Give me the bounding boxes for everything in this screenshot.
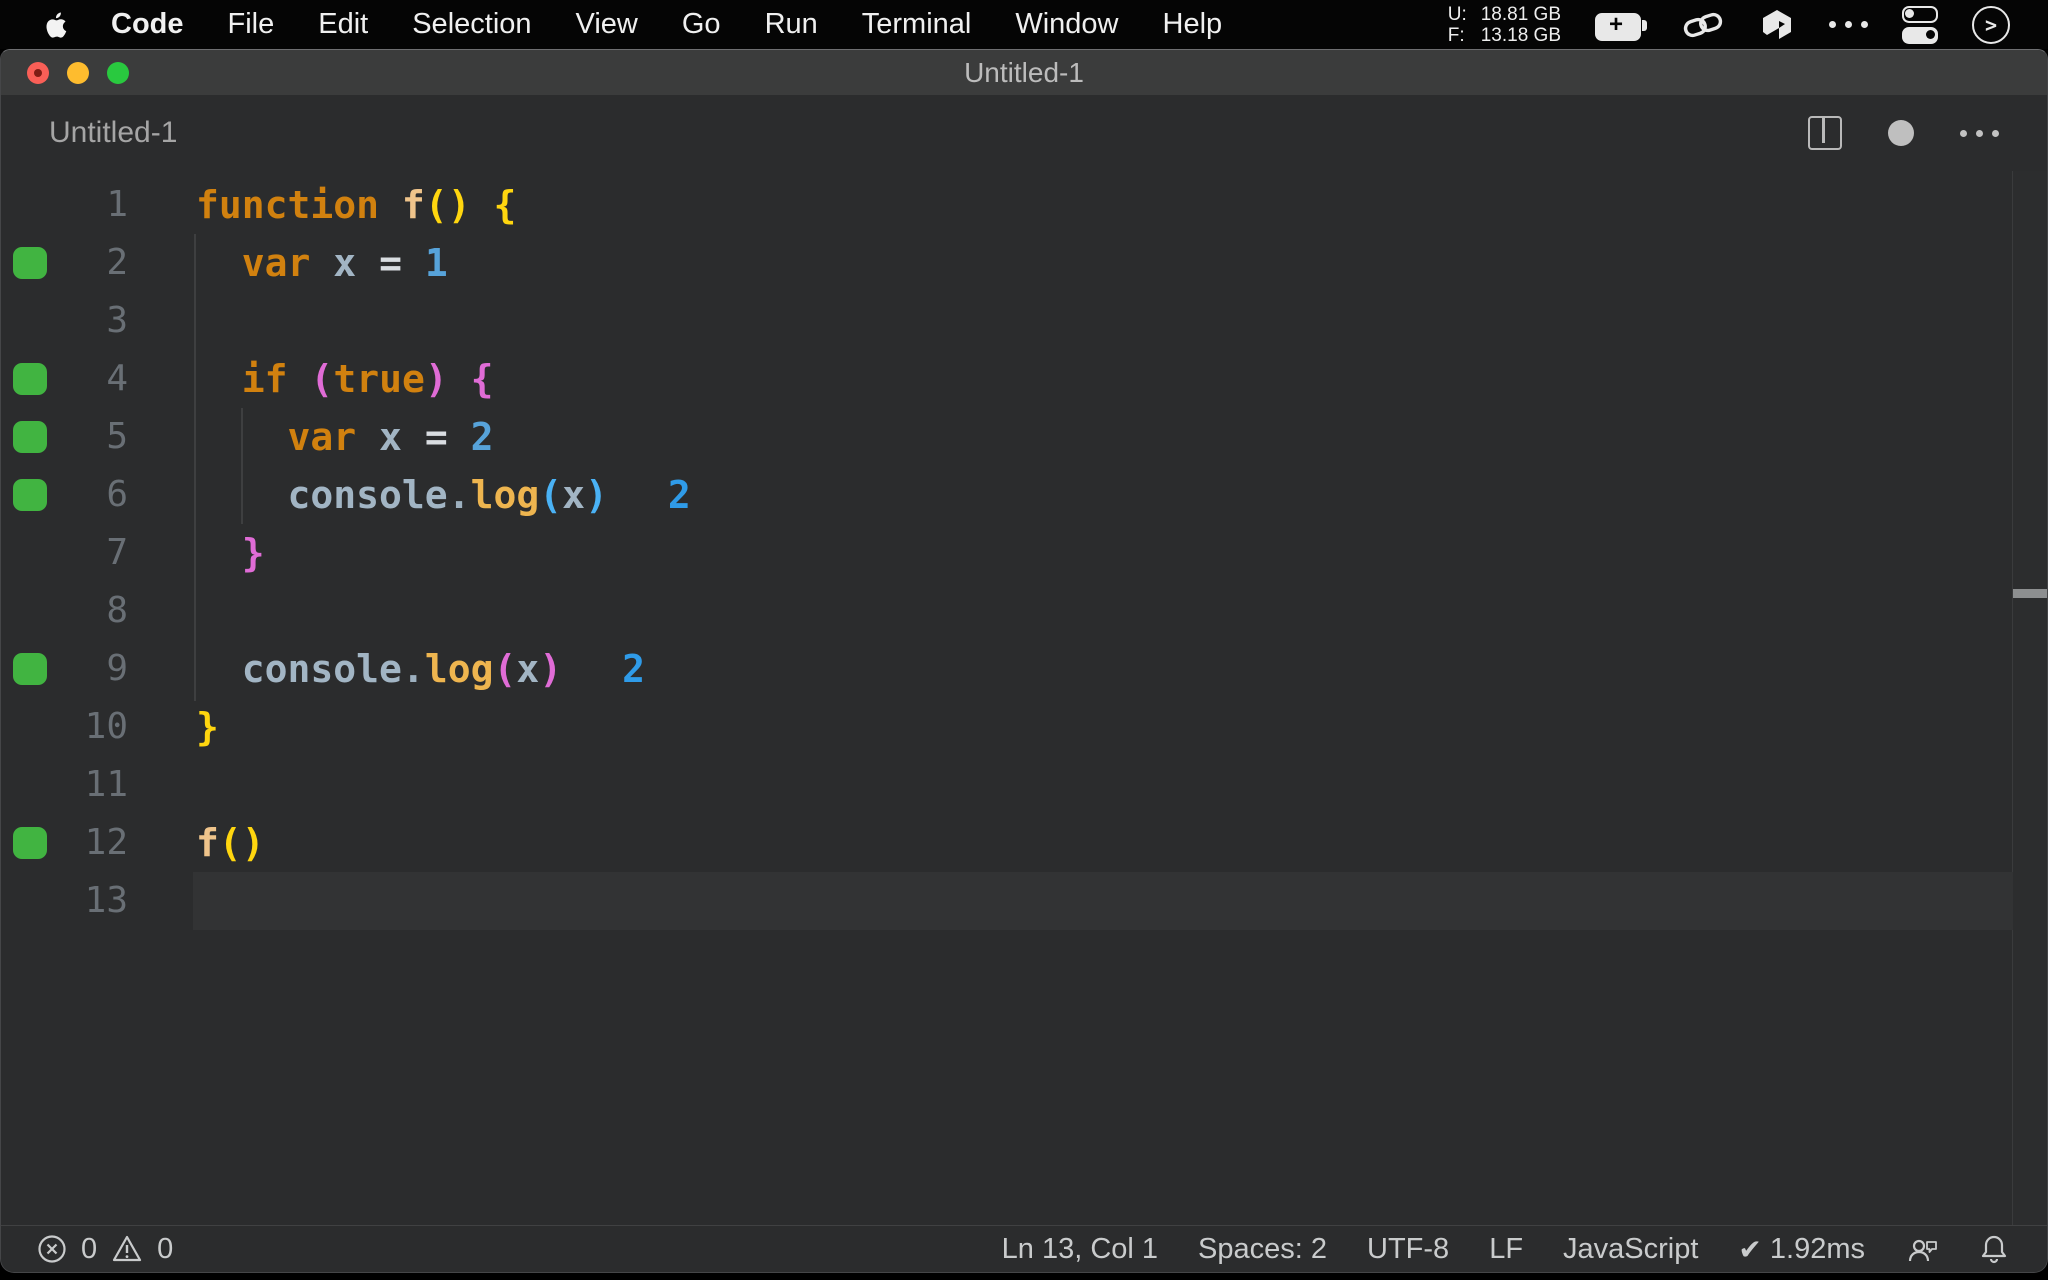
language-mode[interactable]: JavaScript: [1563, 1233, 1698, 1266]
notifications-bell-icon[interactable]: [1979, 1233, 2009, 1265]
error-count: 0: [81, 1233, 97, 1266]
close-button[interactable]: [27, 62, 49, 84]
eol-setting[interactable]: LF: [1489, 1233, 1523, 1266]
zoom-button[interactable]: [107, 62, 129, 84]
unsaved-dot-icon[interactable]: [1888, 120, 1914, 146]
screen: Code File Edit Selection View Go Run Ter…: [0, 0, 2048, 1280]
code-text: }: [196, 698, 219, 756]
menu-item-selection[interactable]: Selection: [412, 8, 531, 41]
indentation-setting[interactable]: Spaces: 2: [1198, 1233, 1327, 1266]
quokka-inline-value: 2: [622, 647, 645, 691]
memory-used-label: U:: [1448, 4, 1467, 25]
split-editor-icon[interactable]: [1808, 116, 1842, 150]
editor-tab-bar: Untitled-1: [1, 95, 2047, 171]
menu-bar-left: Code File Edit Selection View Go Run Ter…: [0, 8, 1222, 41]
status-bar-right: Ln 13, Col 1 Spaces: 2 UTF-8 LF JavaScri…: [1002, 1226, 2009, 1272]
code-text: f(): [196, 814, 265, 872]
line-number: 3: [1, 292, 128, 350]
line-number: 5: [1, 408, 128, 466]
menu-item-run[interactable]: Run: [765, 8, 818, 41]
ruler-cursor-marker: [2013, 589, 2047, 598]
window-title: Untitled-1: [964, 57, 1084, 89]
quokka-status[interactable]: ✔ 1.92ms: [1738, 1233, 1865, 1266]
menu-bar: Code File Edit Selection View Go Run Ter…: [0, 0, 2048, 49]
code-line[interactable]: 11: [1, 756, 2047, 814]
code-text: var x = 2: [196, 408, 494, 466]
menu-item-window[interactable]: Window: [1015, 8, 1118, 41]
line-number: 1: [1, 176, 128, 234]
code-line[interactable]: 4 if (true) {: [1, 350, 2047, 408]
problems-indicator[interactable]: 0 0: [1, 1233, 173, 1266]
code-line[interactable]: 6 console.log(x)2: [1, 466, 2047, 524]
vscode-window: Untitled-1 Untitled-1 1function f() {2 v…: [0, 49, 2048, 1273]
code-text: var x = 1: [196, 234, 448, 292]
menu-item-help[interactable]: Help: [1163, 8, 1223, 41]
window-title-bar[interactable]: Untitled-1: [1, 50, 2047, 95]
code-text: console.log(x)2: [196, 640, 645, 698]
line-number: 8: [1, 582, 128, 640]
status-bar: 0 0 Ln 13, Col 1 Spaces: 2 UTF-8 LF Java…: [1, 1225, 2047, 1272]
code-line[interactable]: 8: [1, 582, 2047, 640]
line-number: 11: [1, 756, 128, 814]
menu-item-view[interactable]: View: [576, 8, 638, 41]
apple-menu[interactable]: [42, 10, 67, 40]
code-line[interactable]: 10}: [1, 698, 2047, 756]
menu-item-edit[interactable]: Edit: [318, 8, 368, 41]
code-line[interactable]: 12 f(): [1, 814, 2047, 872]
encoding-setting[interactable]: UTF-8: [1367, 1233, 1449, 1266]
line-number: 12: [1, 814, 128, 872]
warning-icon: [111, 1234, 143, 1264]
code-text: function f() {: [196, 176, 516, 234]
error-icon: [37, 1234, 67, 1264]
menu-item-file[interactable]: File: [228, 8, 275, 41]
menu-bar-status-area: U: 18.81 GB F: 13.18 GB +: [1448, 0, 2010, 49]
more-actions-icon[interactable]: [1960, 130, 1999, 137]
code-line[interactable]: 5 var x = 2: [1, 408, 2047, 466]
apple-icon: [42, 10, 67, 40]
minimize-button[interactable]: [67, 62, 89, 84]
code-line[interactable]: 3: [1, 292, 2047, 350]
traffic-lights: [27, 62, 129, 84]
code-line[interactable]: 1 function f() {: [1, 176, 2047, 234]
memory-usage-readout[interactable]: U: 18.81 GB F: 13.18 GB: [1448, 4, 1561, 46]
feedback-icon[interactable]: [1905, 1233, 1939, 1265]
overview-ruler-scrollbar[interactable]: [2012, 171, 2047, 1226]
warning-count: 0: [157, 1233, 173, 1266]
code-text: console.log(x)2: [196, 466, 691, 524]
code-line[interactable]: 7 }: [1, 524, 2047, 582]
menu-item-go[interactable]: Go: [682, 8, 721, 41]
line-number: 10: [1, 698, 128, 756]
line-number: 4: [1, 350, 128, 408]
code-line[interactable]: 13: [1, 872, 2047, 930]
code-text: if (true) {: [196, 350, 494, 408]
menu-item-code[interactable]: Code: [111, 8, 184, 41]
tab-untitled-1[interactable]: Untitled-1: [49, 95, 177, 171]
quokka-time: 1.92ms: [1770, 1233, 1865, 1266]
quokka-inline-value: 2: [668, 473, 691, 517]
line-number: 2: [1, 234, 128, 292]
cube-icon[interactable]: [1759, 8, 1795, 42]
memory-used-value: 18.81 GB: [1481, 4, 1561, 25]
editor-actions: [1808, 95, 1999, 171]
line-number: 7: [1, 524, 128, 582]
link-icon[interactable]: [1681, 9, 1725, 41]
battery-charging-icon[interactable]: +: [1595, 12, 1647, 38]
current-line-highlight: [193, 872, 2013, 930]
line-number: 6: [1, 466, 128, 524]
code-line[interactable]: 9 console.log(x)2: [1, 640, 2047, 698]
code-lines: 1function f() {2 var x = 134 if (true) {…: [1, 176, 2047, 930]
check-icon: ✔: [1738, 1233, 1761, 1266]
ellipsis-icon[interactable]: [1829, 21, 1868, 28]
code-editor[interactable]: 1function f() {2 var x = 134 if (true) {…: [1, 171, 2047, 1226]
line-number: 13: [1, 872, 128, 930]
memory-free-value: 13.18 GB: [1481, 25, 1561, 46]
memory-free-label: F:: [1448, 25, 1467, 46]
cursor-position[interactable]: Ln 13, Col 1: [1002, 1233, 1158, 1266]
code-text: }: [196, 524, 265, 582]
menu-item-terminal[interactable]: Terminal: [862, 8, 972, 41]
circle-chevron-icon[interactable]: >: [1972, 6, 2010, 44]
line-number: 9: [1, 640, 128, 698]
control-center-icon[interactable]: [1902, 6, 1938, 44]
code-line[interactable]: 2 var x = 1: [1, 234, 2047, 292]
